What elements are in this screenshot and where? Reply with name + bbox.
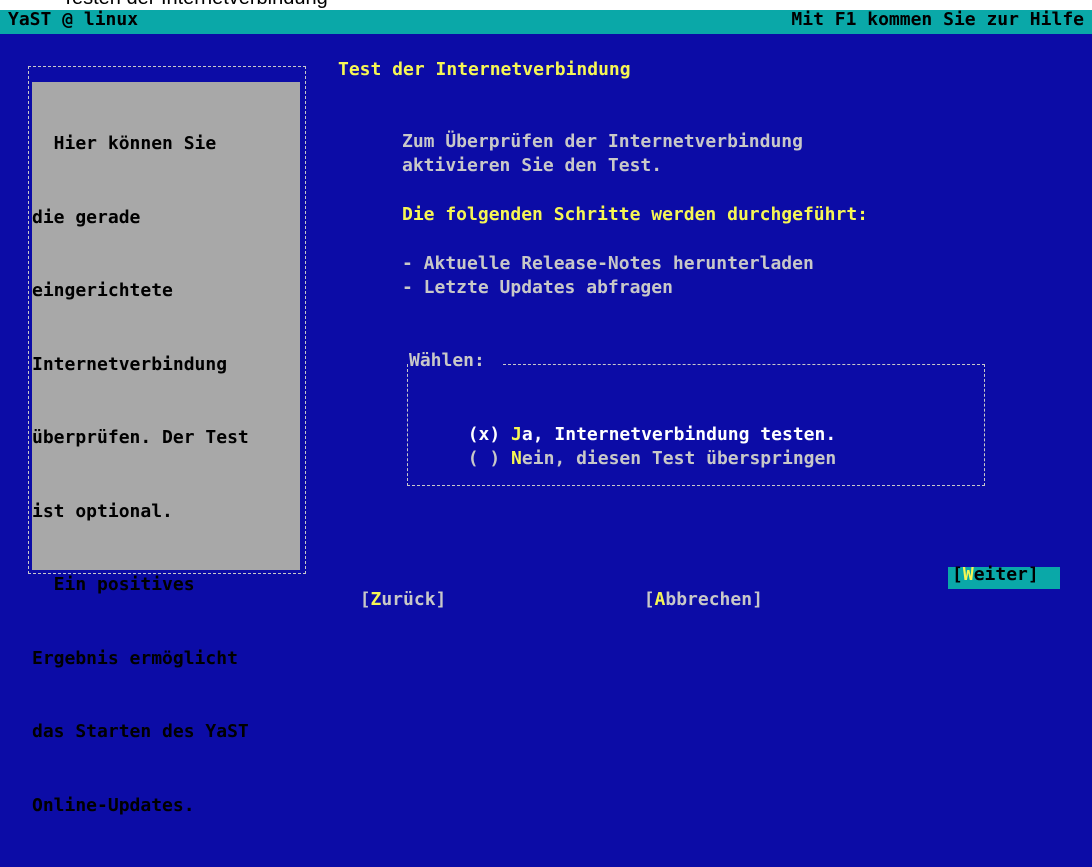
help-line: Ein positives: [32, 574, 195, 595]
help-panel[interactable]: Hier können Sie die gerade eingerichtete…: [22, 60, 312, 816]
back-bracket: [: [359, 588, 371, 610]
next-button-text: [Weiter]: [952, 563, 1039, 588]
help-line: überprüfen. Der Test: [32, 427, 249, 448]
next-hotkey: W: [962, 564, 974, 585]
help-line: das Starten des YaST: [32, 721, 249, 742]
help-line: Hier können Sie: [32, 133, 217, 154]
help-text: Hier können Sie die gerade eingerichtete…: [32, 83, 300, 867]
group-legend: Wählen:: [409, 350, 485, 371]
back-label: urück]: [381, 588, 447, 610]
help-line: die gerade: [32, 206, 141, 228]
abort-label: bbrechen]: [665, 588, 763, 610]
group-frame-top: [503, 364, 985, 365]
help-line: Online-Updates.: [32, 794, 195, 816]
steps-heading: Die folgenden Schritte werden durchgefüh…: [402, 204, 868, 225]
help-line: Internetverbindung: [32, 353, 228, 375]
help-line: eingerichtete: [32, 280, 173, 301]
step-item: - Letzte Updates abfragen: [402, 277, 673, 298]
radio-no-hotkey: N: [511, 447, 522, 469]
intro-line-1: Zum Überprüfen der Internetverbindung: [402, 131, 803, 152]
help-line: ist optional.: [32, 500, 173, 522]
page-title: Test der Internetverbindung: [338, 59, 631, 80]
title-right: Mit F1 kommen Sie zur Hilfe: [791, 9, 1084, 30]
radio-no-marker: ( ): [467, 447, 512, 469]
step-item: - Aktuelle Release-Notes herunterladen: [402, 253, 814, 274]
title-bar: YaST @ linux Mit F1 kommen Sie zur Hilfe: [0, 9, 1092, 34]
intro-line-2: aktivieren Sie den Test.: [402, 155, 663, 176]
help-line: Ergebnis ermöglicht: [32, 647, 238, 669]
next-bracket: [: [952, 564, 963, 585]
radio-no-label: ein, diesen Test überspringen: [521, 447, 837, 469]
next-label: eiter]: [973, 564, 1039, 585]
help-text-area[interactable]: Hier können Sie die gerade eingerichtete…: [32, 82, 300, 816]
radio-no[interactable]: ( ) Nein, diesen Test überspringen: [446, 422, 836, 471]
back-button[interactable]: [Zurück]: [338, 563, 447, 612]
next-button[interactable]: [Weiter]: [948, 564, 1060, 589]
abort-button[interactable]: [Abbrechen]: [622, 563, 763, 612]
abort-hotkey: A: [654, 588, 666, 610]
title-left: YaST @ linux: [8, 9, 139, 30]
abort-bracket: [: [643, 588, 655, 610]
back-hotkey: Z: [370, 588, 382, 610]
